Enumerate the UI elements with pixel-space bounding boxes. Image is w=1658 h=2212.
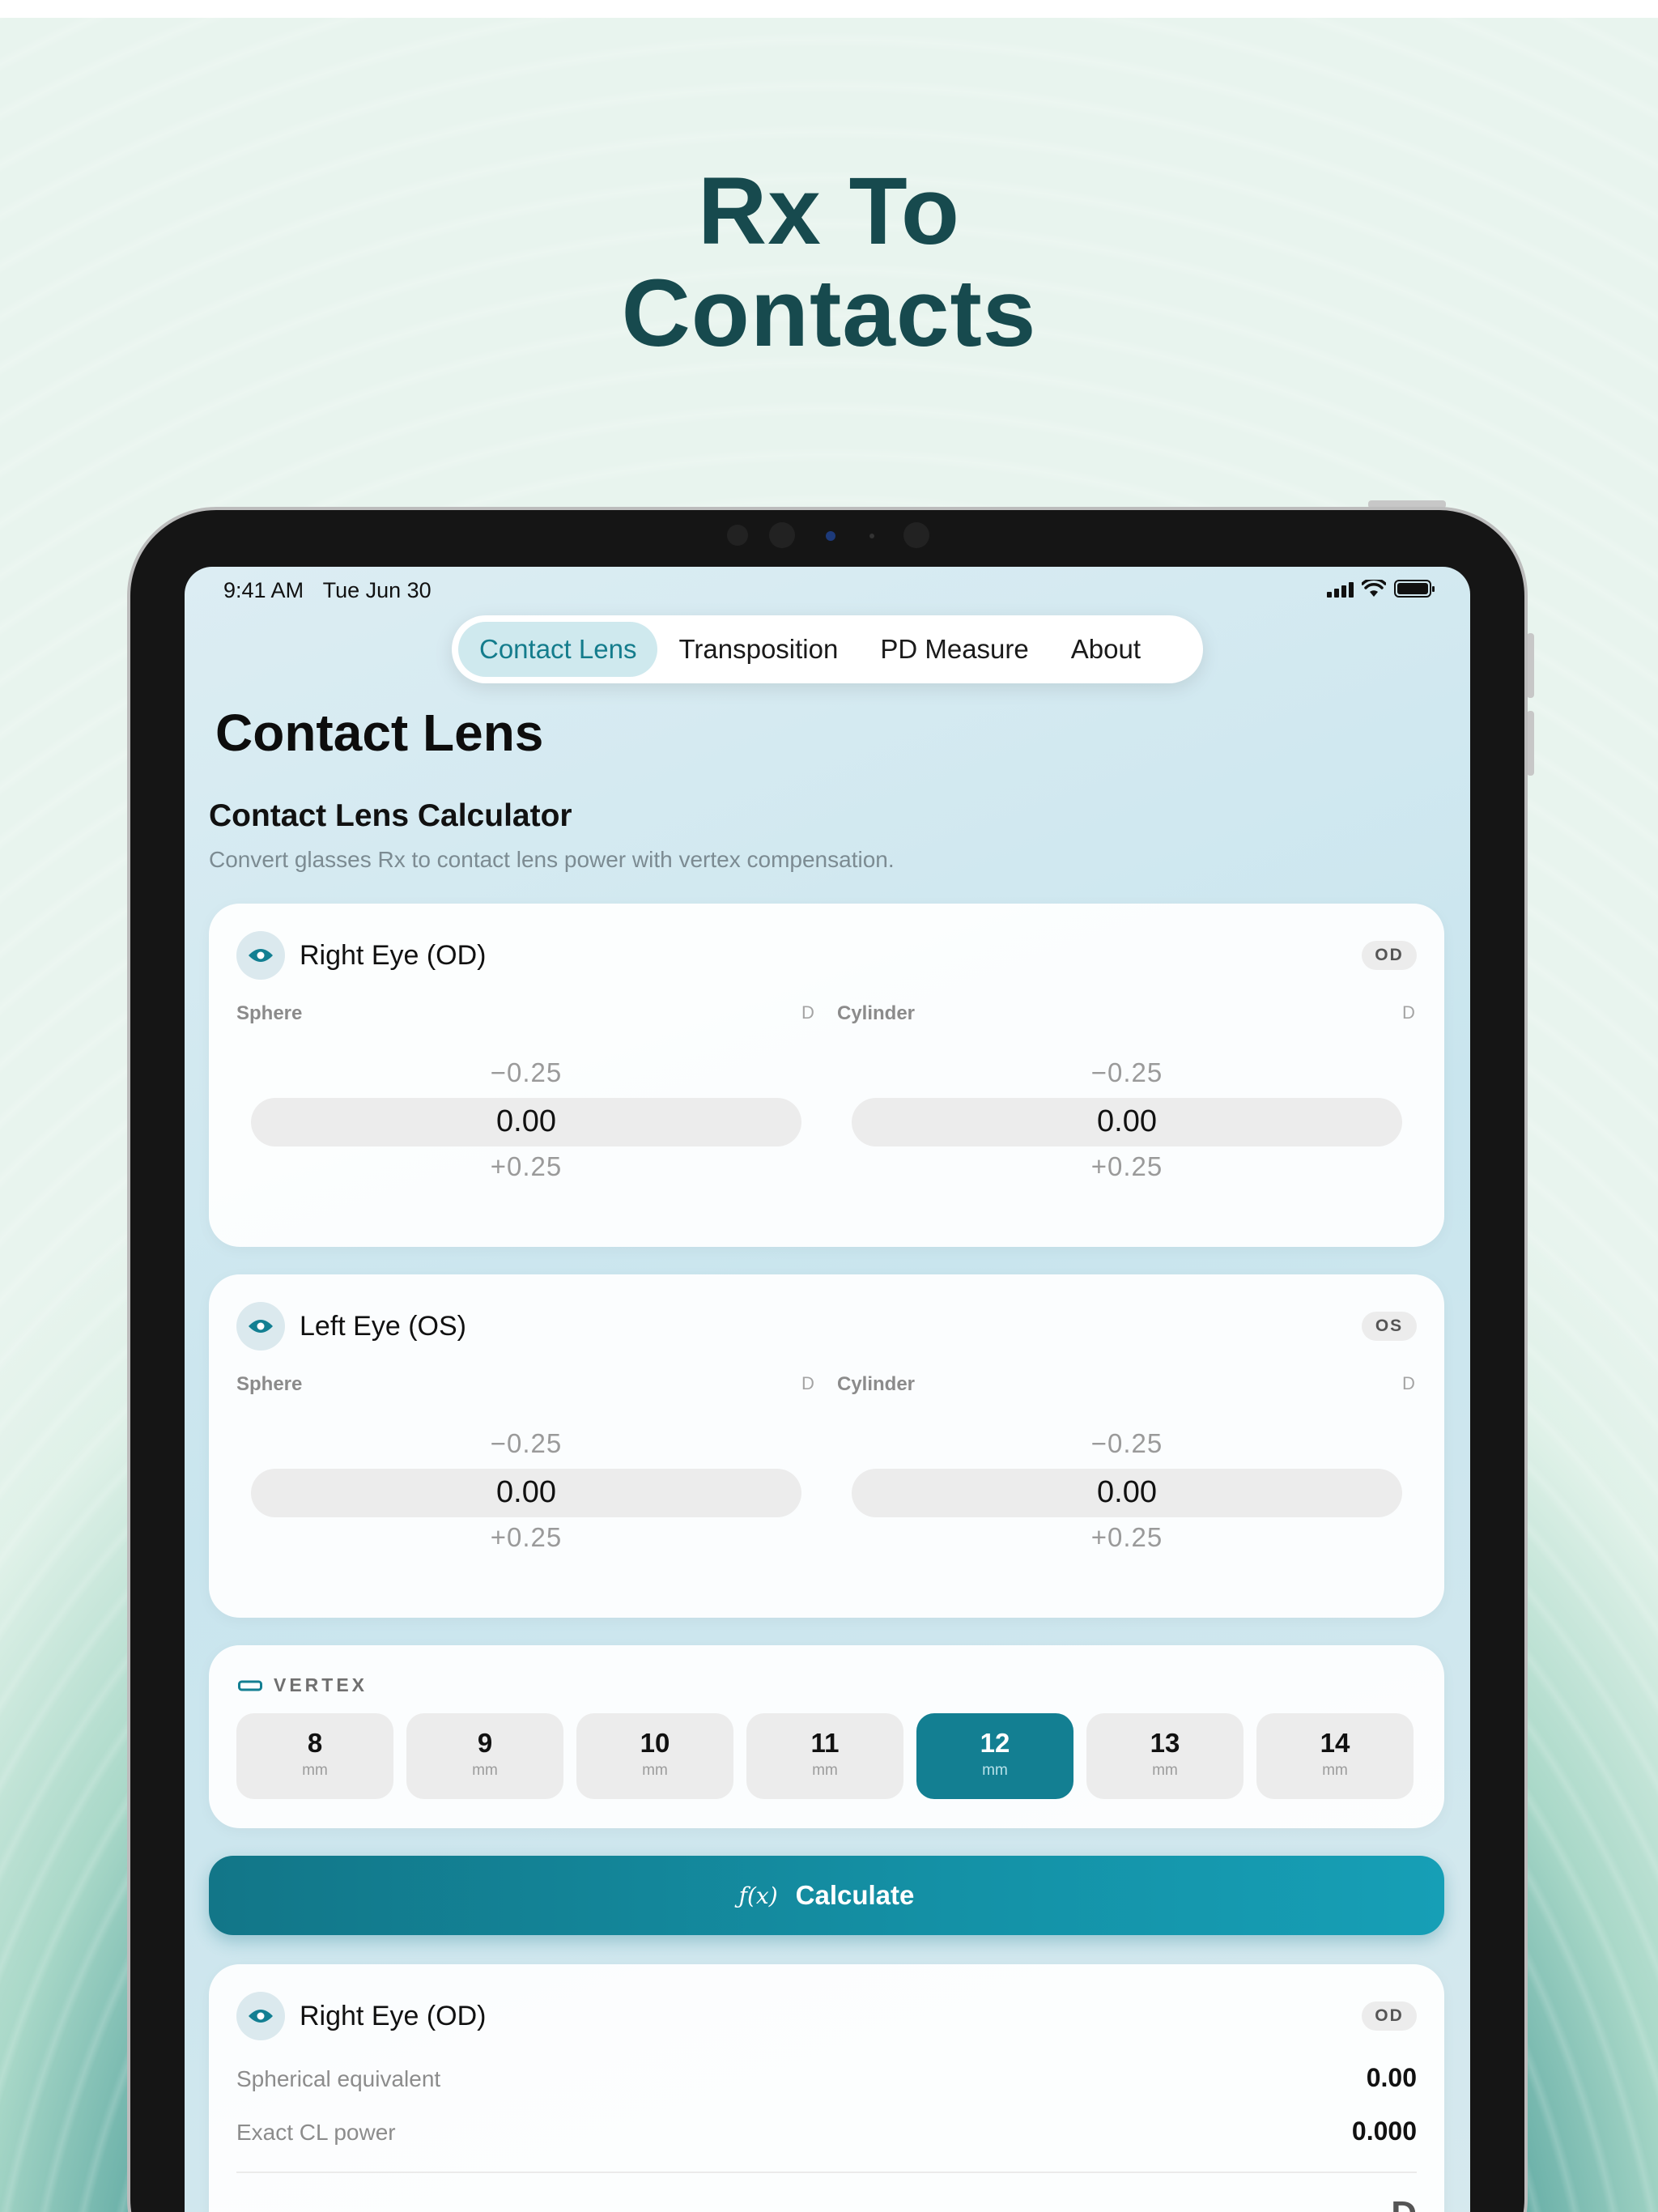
- right-eye-card: Right Eye (OD) OD Sphere D Cylinder D −0…: [209, 904, 1444, 1247]
- vertex-value: 10: [640, 1728, 670, 1758]
- vertex-value: 9: [477, 1728, 493, 1758]
- picker-prev-value[interactable]: −0.25: [852, 1057, 1402, 1088]
- vertex-value: 13: [1150, 1728, 1180, 1758]
- tab-pd-measure[interactable]: PD Measure: [859, 622, 1049, 677]
- picker-current-value[interactable]: 0.00: [251, 1475, 801, 1510]
- vertex-unit: mm: [1322, 1762, 1348, 1779]
- app-screen: 9:41 AM Tue Jun 30 Contact Lens Transpos…: [185, 567, 1470, 2212]
- cellular-signal-icon: [1327, 580, 1354, 598]
- left-eye-header: Left Eye (OS): [236, 1302, 466, 1351]
- vertex-unit: mm: [302, 1762, 328, 1779]
- function-icon: ƒ(x): [738, 1882, 778, 1909]
- vertex-header: VERTEX: [238, 1674, 368, 1696]
- left-eye-card: Left Eye (OS) OS Sphere D Cylinder D −0.…: [209, 1274, 1444, 1618]
- vertex-option-14[interactable]: 14 mm: [1256, 1713, 1414, 1799]
- vertex-unit: mm: [642, 1762, 668, 1779]
- cylinder-label: Cylinder: [837, 1002, 916, 1024]
- eye-icon: [236, 1992, 285, 2040]
- headline-line-1: Rx To: [697, 158, 961, 265]
- vertex-option-12[interactable]: 12 mm: [916, 1713, 1073, 1799]
- status-bar-right: [1327, 580, 1435, 598]
- result-header: Right Eye (OD): [236, 1992, 487, 2040]
- picker-next-value[interactable]: +0.25: [852, 1151, 1402, 1182]
- right-cylinder-picker[interactable]: −0.25 0.00 +0.25: [852, 1049, 1402, 1195]
- status-date: Tue Jun 30: [322, 578, 432, 602]
- vertex-label: VERTEX: [274, 1674, 368, 1695]
- tab-transposition[interactable]: Transposition: [657, 622, 859, 677]
- left-cylinder-picker[interactable]: −0.25 0.00 +0.25: [852, 1420, 1402, 1566]
- right-eye-result-card: Right Eye (OD) OD Spherical equivalent 0…: [209, 1964, 1444, 2212]
- vertex-unit: mm: [1152, 1762, 1178, 1779]
- picker-prev-value[interactable]: −0.25: [852, 1428, 1402, 1459]
- picker-current-value[interactable]: 0.00: [251, 1104, 801, 1139]
- vertex-option-9[interactable]: 9 mm: [406, 1713, 563, 1799]
- vertex-value: 12: [980, 1728, 1010, 1758]
- sphere-unit: D: [801, 1002, 814, 1023]
- vertex-unit: mm: [982, 1762, 1008, 1779]
- spherical-equivalent-value: 0.00: [1366, 2063, 1417, 2092]
- picker-prev-value[interactable]: −0.25: [251, 1428, 801, 1459]
- picker-current-value[interactable]: 0.00: [852, 1475, 1402, 1510]
- cylinder-unit: D: [1402, 1002, 1415, 1023]
- result-title: Right Eye (OD): [300, 2000, 487, 2031]
- calculate-button[interactable]: ƒ(x) Calculate: [209, 1856, 1444, 1935]
- divider: [236, 2172, 1417, 2173]
- spherical-equivalent-label: Spherical equivalent: [236, 2066, 441, 2091]
- device-volume-down-button: [1527, 711, 1534, 776]
- sphere-label: Sphere: [236, 1002, 303, 1024]
- eye-icon: [236, 931, 285, 980]
- status-time: 9:41 AM: [223, 578, 304, 602]
- right-eye-header: Right Eye (OD): [236, 931, 487, 980]
- vertex-unit: mm: [472, 1762, 498, 1779]
- sensor-dot: [727, 525, 748, 546]
- od-badge: OD: [1362, 941, 1417, 970]
- wifi-icon: [1362, 580, 1386, 597]
- cylinder-label: Cylinder: [837, 1373, 916, 1395]
- right-sphere-picker[interactable]: −0.25 0.00 +0.25: [251, 1049, 801, 1195]
- device-volume-up-button: [1527, 633, 1534, 698]
- vertex-unit: mm: [812, 1762, 838, 1779]
- od-badge: OD: [1362, 2001, 1417, 2031]
- sensor-dot: [903, 522, 929, 548]
- vertex-option-8[interactable]: 8 mm: [236, 1713, 393, 1799]
- tab-about[interactable]: About: [1050, 622, 1162, 677]
- picker-next-value[interactable]: +0.25: [852, 1522, 1402, 1553]
- cylinder-unit: D: [1402, 1373, 1415, 1393]
- vertex-value: 8: [307, 1728, 323, 1758]
- sphere-unit: D: [801, 1373, 814, 1393]
- section-title: Contact Lens Calculator: [209, 798, 572, 833]
- vertex-option-10[interactable]: 10 mm: [576, 1713, 733, 1799]
- os-badge: OS: [1362, 1312, 1417, 1341]
- sphere-label: Sphere: [236, 1373, 303, 1395]
- right-eye-title: Right Eye (OD): [300, 939, 487, 971]
- exact-cl-power-label: Exact CL power: [236, 2120, 396, 2145]
- vertex-value: 11: [810, 1728, 840, 1758]
- vertex-option-13[interactable]: 13 mm: [1086, 1713, 1244, 1799]
- calculate-label: Calculate: [795, 1880, 915, 1910]
- tab-contact-lens[interactable]: Contact Lens: [458, 622, 658, 677]
- exact-cl-power-value: 0.000: [1351, 2116, 1417, 2146]
- picker-next-value[interactable]: +0.25: [251, 1151, 801, 1182]
- headline-line-2: Contacts: [621, 260, 1037, 367]
- battery-icon: [1394, 580, 1435, 598]
- page-title: Contact Lens: [215, 704, 544, 762]
- top-segmented-tabbar: Contact Lens Transposition PD Measure Ab…: [452, 615, 1203, 683]
- vertex-value: 14: [1320, 1728, 1350, 1758]
- vertex-option-11[interactable]: 11 mm: [746, 1713, 903, 1799]
- section-subtitle: Convert glasses Rx to contact lens power…: [209, 847, 895, 872]
- picker-next-value[interactable]: +0.25: [251, 1522, 801, 1553]
- sensor-dot: [769, 522, 795, 548]
- vertex-card: VERTEX 8 mm 9 mm 10 mm 11 mm 12 mm 13 mm…: [209, 1645, 1444, 1828]
- eye-icon: [236, 1302, 285, 1351]
- cl-power-unit: D: [1391, 2194, 1417, 2212]
- left-sphere-picker[interactable]: −0.25 0.00 +0.25: [251, 1420, 801, 1566]
- status-bar-left: 9:41 AM Tue Jun 30: [223, 578, 432, 603]
- ruler-icon: [238, 1680, 262, 1691]
- picker-prev-value[interactable]: −0.25: [251, 1057, 801, 1088]
- sensor-dot: [869, 534, 874, 538]
- left-eye-title: Left Eye (OS): [300, 1310, 466, 1342]
- picker-current-value[interactable]: 0.00: [852, 1104, 1402, 1139]
- camera-lens: [826, 531, 835, 541]
- marketing-headline: Rx To Contacts: [0, 160, 1658, 364]
